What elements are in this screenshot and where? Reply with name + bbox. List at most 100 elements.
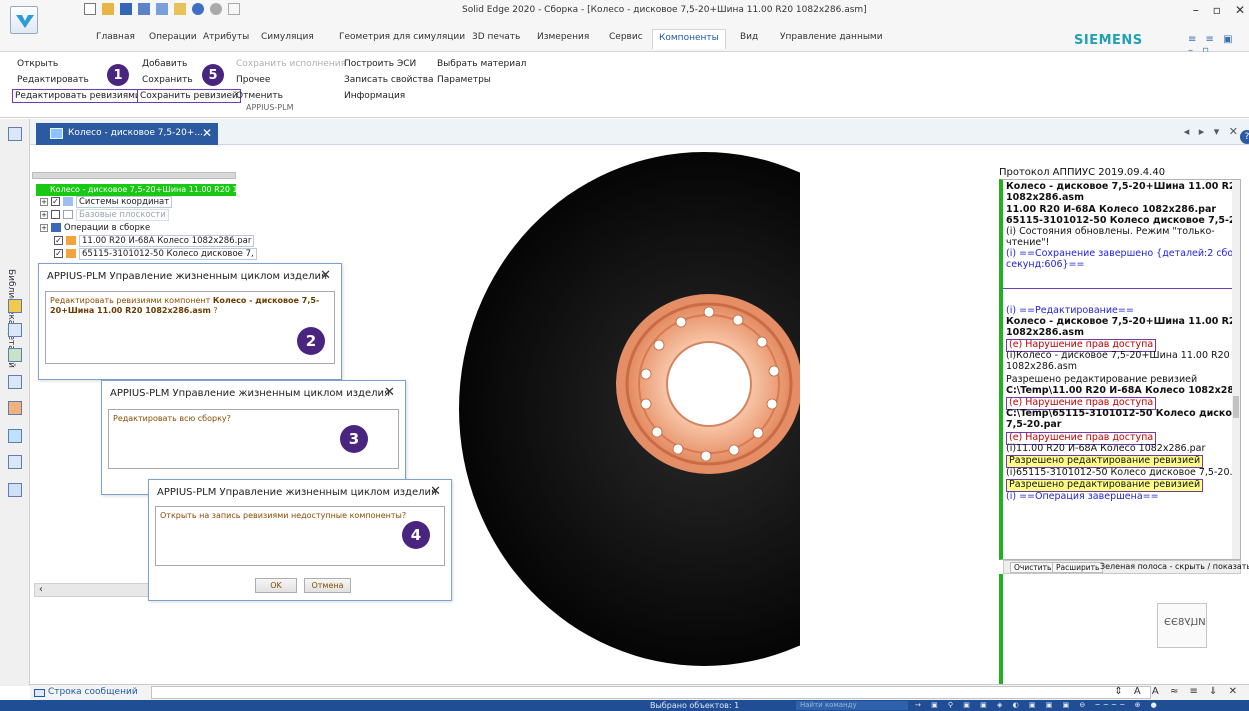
tree-item-assembly-ops[interactable]: + Операции в сборке [40,223,150,233]
library-tab-icon[interactable] [8,127,22,141]
close-icon[interactable]: ✕ [320,268,331,283]
expand-button[interactable]: Расширить [1052,562,1104,573]
layers-icon[interactable] [8,323,22,337]
log-line: Разрешено редактирование ревизией [1006,374,1198,385]
family-icon[interactable] [8,429,22,443]
tree-item-wheel-part[interactable]: ✓ 65115-3101012-50 Колесо дисковое 7, [54,248,257,260]
tab-3d-print[interactable]: 3D печать [468,32,524,42]
assembly-tree-icon[interactable] [8,299,22,313]
green-strip-toggle[interactable]: Зеленая полоса - скрыть / показать [1100,562,1249,571]
protocol-scrollbar[interactable] [1232,180,1240,559]
save-revision-button[interactable]: Сохранить ревизией [137,89,241,103]
information-button[interactable]: Информация [344,91,405,101]
command-search-input[interactable]: Найти команду [796,701,908,710]
add-button[interactable]: Добавить [142,59,187,69]
build-esi-button[interactable]: Построить ЭСИ [344,59,416,69]
document-nav-icons[interactable]: ◂ ▸ ▾ ✕ [1184,125,1241,138]
select-material-button[interactable]: Выбрать материал [437,59,526,69]
clipboard-icon[interactable] [174,3,186,15]
log-line: (i) ==Сохранение завершено {деталей:2 сб… [1006,248,1241,259]
minimize-icon[interactable]: – [1193,3,1199,17]
wheel-model[interactable] [456,150,800,670]
scroll-left-icon[interactable]: ‹ [39,584,43,595]
step-badge-2: 2 [297,327,325,355]
save-icon[interactable] [120,3,132,15]
log-line: C:\Temp\11.00 R20 И-68А Колесо 1082х286.… [1006,385,1241,396]
clear-button[interactable]: Очистить [1010,562,1056,573]
sensors-icon[interactable] [8,348,22,362]
tab-view[interactable]: Вид [736,32,762,42]
view-cube[interactable]: ИЦУ8ЭЭ [1157,603,1207,648]
parameters-button[interactable]: Параметры [437,75,491,85]
tab-data-management[interactable]: Управление данными [776,32,887,42]
ribbon-panel [0,52,1249,118]
help-icon[interactable]: ? [1240,130,1249,144]
tree-item-base-planes[interactable]: + Базовые плоскости [40,209,169,221]
document-tab[interactable]: Колесо - дисковое 7,5-20+... ✕ [36,123,218,145]
ok-button[interactable]: OK [255,578,297,593]
query-icon[interactable] [8,375,22,389]
tab-simulation[interactable]: Симуляция [257,32,318,42]
save-variants-button[interactable]: Сохранить исполнения [236,59,346,69]
teamcenter-icon[interactable] [8,483,22,497]
message-bar-tools-icon[interactable]: ⇕ A A ≈ ≡ ⇓ ✕ [1114,686,1241,697]
save-all-icon[interactable] [138,3,150,15]
cancel-edit-button[interactable]: Отменить [236,91,283,101]
tree-item-coordinate-systems[interactable]: + ✓ Системы координат [40,196,173,208]
tree-root-item[interactable]: Колесо - дисковое 7,5-20+Шина 11.00 R20 … [36,184,236,196]
assembly-doc-icon [50,128,63,139]
close-window-icon[interactable]: ✕ [1235,3,1245,17]
tab-service[interactable]: Сервис [605,32,647,42]
new-file-icon[interactable] [84,3,96,15]
protocol-log[interactable]: Колесо - дисковое 7,5-20+Шина 11.00 R20 … [999,179,1241,560]
tab-home[interactable]: Главная [92,32,139,42]
open-button[interactable]: Открыть [17,59,58,69]
other-button[interactable]: Прочее [236,75,270,85]
cancel-button[interactable]: Отмена [304,578,351,593]
dialog-message: Редактировать ревизиями компонент Колесо… [45,291,335,364]
edit-button[interactable]: Редактировать [17,75,89,85]
redo-icon[interactable] [210,3,222,15]
view-cube-label: ИЦУ8ЭЭ [1164,617,1206,628]
undo-icon[interactable] [192,3,204,15]
tab-attributes[interactable]: Атрибуты [199,32,253,42]
ribbon-group-label: APPIUS-PLM [246,103,294,112]
log-line: чтение"! [1006,237,1050,248]
scroll-thumb[interactable] [1233,396,1239,418]
tab-simulation-geometry[interactable]: Геометрия для симуляции [335,32,469,42]
tab-measurements[interactable]: Измерения [533,32,593,42]
message-bar-label: Строка сообщений [48,687,138,697]
customize-qat-icon[interactable] [228,3,240,15]
planes-icon [63,210,73,219]
message-input[interactable] [151,686,1151,699]
close-icon[interactable]: ✕ [384,385,395,400]
dialog-open-unavailable: APPIUS-PLM Управление жизненным циклом и… [148,479,452,601]
log-line: 11.00 R20 И-68А Колесо 1082х286.par [1006,204,1217,215]
tree-root-label: Колесо - дисковое 7,5-20+Шина 11.00 R20 … [50,185,236,194]
select-tools-icon[interactable] [8,401,22,415]
tree-item-tire-part[interactable]: ✓ 11.00 R20 И-68А Колесо 1082х286.par [54,235,255,247]
edit-revisions-button[interactable]: Редактировать ревизиями [12,89,144,103]
properties-icon[interactable] [156,3,168,15]
view-tools-icons[interactable]: → ▣ ⚲ ▣ ▣ ◈ ◐ ▣ ▣ ▣ ⊖ ──── ⊕ ● [915,701,1161,709]
tab-operations[interactable]: Операции [145,32,201,42]
step-badge-4: 4 [402,521,430,549]
log-line: 1082x286.asm [1006,327,1084,338]
green-strip[interactable] [999,574,1003,684]
tab-components[interactable]: Компоненты [652,29,726,49]
grid-icon[interactable] [8,455,22,469]
close-tab-icon[interactable]: ✕ [202,126,212,140]
tree-splitter[interactable] [32,172,236,179]
document-tab-bar: Колесо - дисковое 7,5-20+... ✕ ◂ ▸ ▾ ✕ [30,119,1249,145]
app-menu-button[interactable] [10,6,38,34]
close-icon[interactable]: ✕ [430,484,441,499]
log-line: (i)11.00 R20 И-68А Колесо 1082х286.par [1006,443,1206,454]
document-tab-label: Колесо - дисковое 7,5-20+... [68,128,203,138]
log-line: 7,5-20.par [1006,419,1062,430]
protocol-title: Протокол АППИУС 2019.09.4.40 [999,167,1166,178]
open-file-icon[interactable] [102,3,114,15]
write-properties-button[interactable]: Записать свойства [344,75,434,85]
selected-objects-count: Выбрано объектов: 1 [650,701,740,710]
save-button[interactable]: Сохранить [142,75,193,85]
maximize-icon[interactable]: ▫ [1213,3,1221,17]
